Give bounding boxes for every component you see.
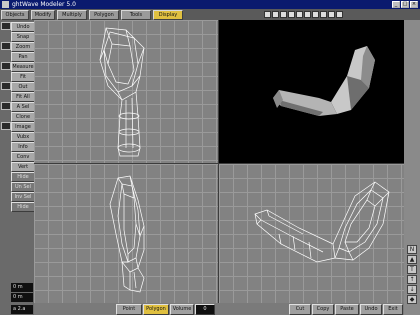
polygon-mode-button[interactable]: Polygon [143,304,169,315]
viewport-divider-horizontal [34,163,404,164]
tool-button-a-sel[interactable]: A Sel [11,102,35,112]
layer-checkbox[interactable] [336,11,343,18]
tool-button-pan[interactable]: Pan [11,52,35,62]
layer-checkbox[interactable] [328,11,335,18]
title-bar: ghtWave Modeler 5.0 _ □ × [0,0,420,9]
maximize-button[interactable]: □ [401,1,409,8]
tab-modify[interactable]: Modify [31,10,55,20]
y-readout: 0 m [11,293,33,302]
tool-button-image[interactable]: Image [11,122,35,132]
tool-group-marker[interactable] [1,42,11,50]
tab-objects[interactable]: Objects [1,10,29,20]
tab-polygon[interactable]: Polygon [89,10,119,20]
paint-icon[interactable]: ▲ [407,255,417,264]
z-readout: a 2.a [11,305,33,314]
point-mode-button[interactable]: Point [116,304,142,315]
window-controls: _ □ × [392,1,418,8]
paste-button[interactable]: Paste [335,304,359,315]
tool-group-marker[interactable] [1,122,11,130]
tool-button-fit[interactable]: Fit [11,72,35,82]
layer-checkbox[interactable] [264,11,271,18]
copy-button[interactable]: Copy [312,304,334,315]
tool-button-un-sel[interactable]: Un Sel [11,182,35,192]
tool-button-vert[interactable]: Vert [11,162,35,172]
viewport-top-left[interactable] [34,20,218,163]
undo-button[interactable]: Undo [360,304,382,315]
wireframe-arm-top [254,181,390,263]
tool-button-hide[interactable]: Hide [11,172,35,182]
tool-button-snap[interactable]: Snap [11,32,35,42]
wireframe-arm-side [99,27,145,157]
x-readout: 0 m [11,283,33,292]
layer-checkbox[interactable] [272,11,279,18]
tool-button-info[interactable]: Info [11,142,35,152]
window-title: ghtWave Modeler 5.0 [12,1,76,8]
tool-group-marker[interactable] [1,82,11,90]
tool-button-measure[interactable]: Measure [11,62,35,72]
layer-checkbox[interactable] [280,11,287,18]
shape-icon[interactable]: ◆ [407,295,417,304]
layer-checkbox[interactable] [304,11,311,18]
exit-button[interactable]: Exit [383,304,403,315]
layer-checkbox[interactable] [312,11,319,18]
tool-button-out[interactable]: Out [11,82,35,92]
minimize-button[interactable]: _ [392,1,400,8]
tool-button-vubx[interactable]: Vubx [11,132,35,142]
tool-group-marker[interactable] [1,62,11,70]
tool-button-zoom[interactable]: Zoom [11,42,35,52]
layer-checkbox[interactable] [288,11,295,18]
tool-button-undo[interactable]: Undo [11,22,35,32]
tool-button-inv-sel[interactable]: Inv Sel [11,192,35,202]
numeric-icon[interactable]: N [407,245,417,254]
viewport-bottom-right[interactable] [219,164,404,303]
viewport-bottom-left[interactable] [34,164,218,303]
tab-display[interactable]: Display [153,10,183,20]
tab-tools[interactable]: Tools [121,10,151,20]
app-icon[interactable] [2,1,9,8]
cut-button[interactable]: Cut [289,304,311,315]
tool-button-conv[interactable]: Conv [11,152,35,162]
tool-button-clone[interactable]: Clone [11,112,35,122]
wireframe-arm-front [109,175,145,293]
tab-multiply[interactable]: Multiply [57,10,87,20]
shaded-arm-model [273,46,375,116]
tool-group-marker[interactable] [1,22,11,30]
tool-group-marker[interactable] [1,102,11,110]
top-toolbar: Objects Modify Multiply Polygon Tools Di… [0,9,420,20]
volume-mode-button[interactable]: Volume [170,304,194,315]
tool-button-fit-all[interactable]: Fit All [11,92,35,102]
arrow-down-icon[interactable]: ↓ [407,285,417,294]
text-icon[interactable]: T [407,265,417,274]
layer-checkbox[interactable] [320,11,327,18]
viewport-divider-vertical [218,20,219,303]
tool-button-hide[interactable]: Hide [11,202,35,212]
arrow-up-icon[interactable]: ↑ [407,275,417,284]
close-button[interactable]: × [410,1,418,8]
volume-value-field[interactable]: 0 [195,304,215,315]
layer-checkbox[interactable] [296,11,303,18]
viewport-perspective[interactable] [219,20,404,163]
